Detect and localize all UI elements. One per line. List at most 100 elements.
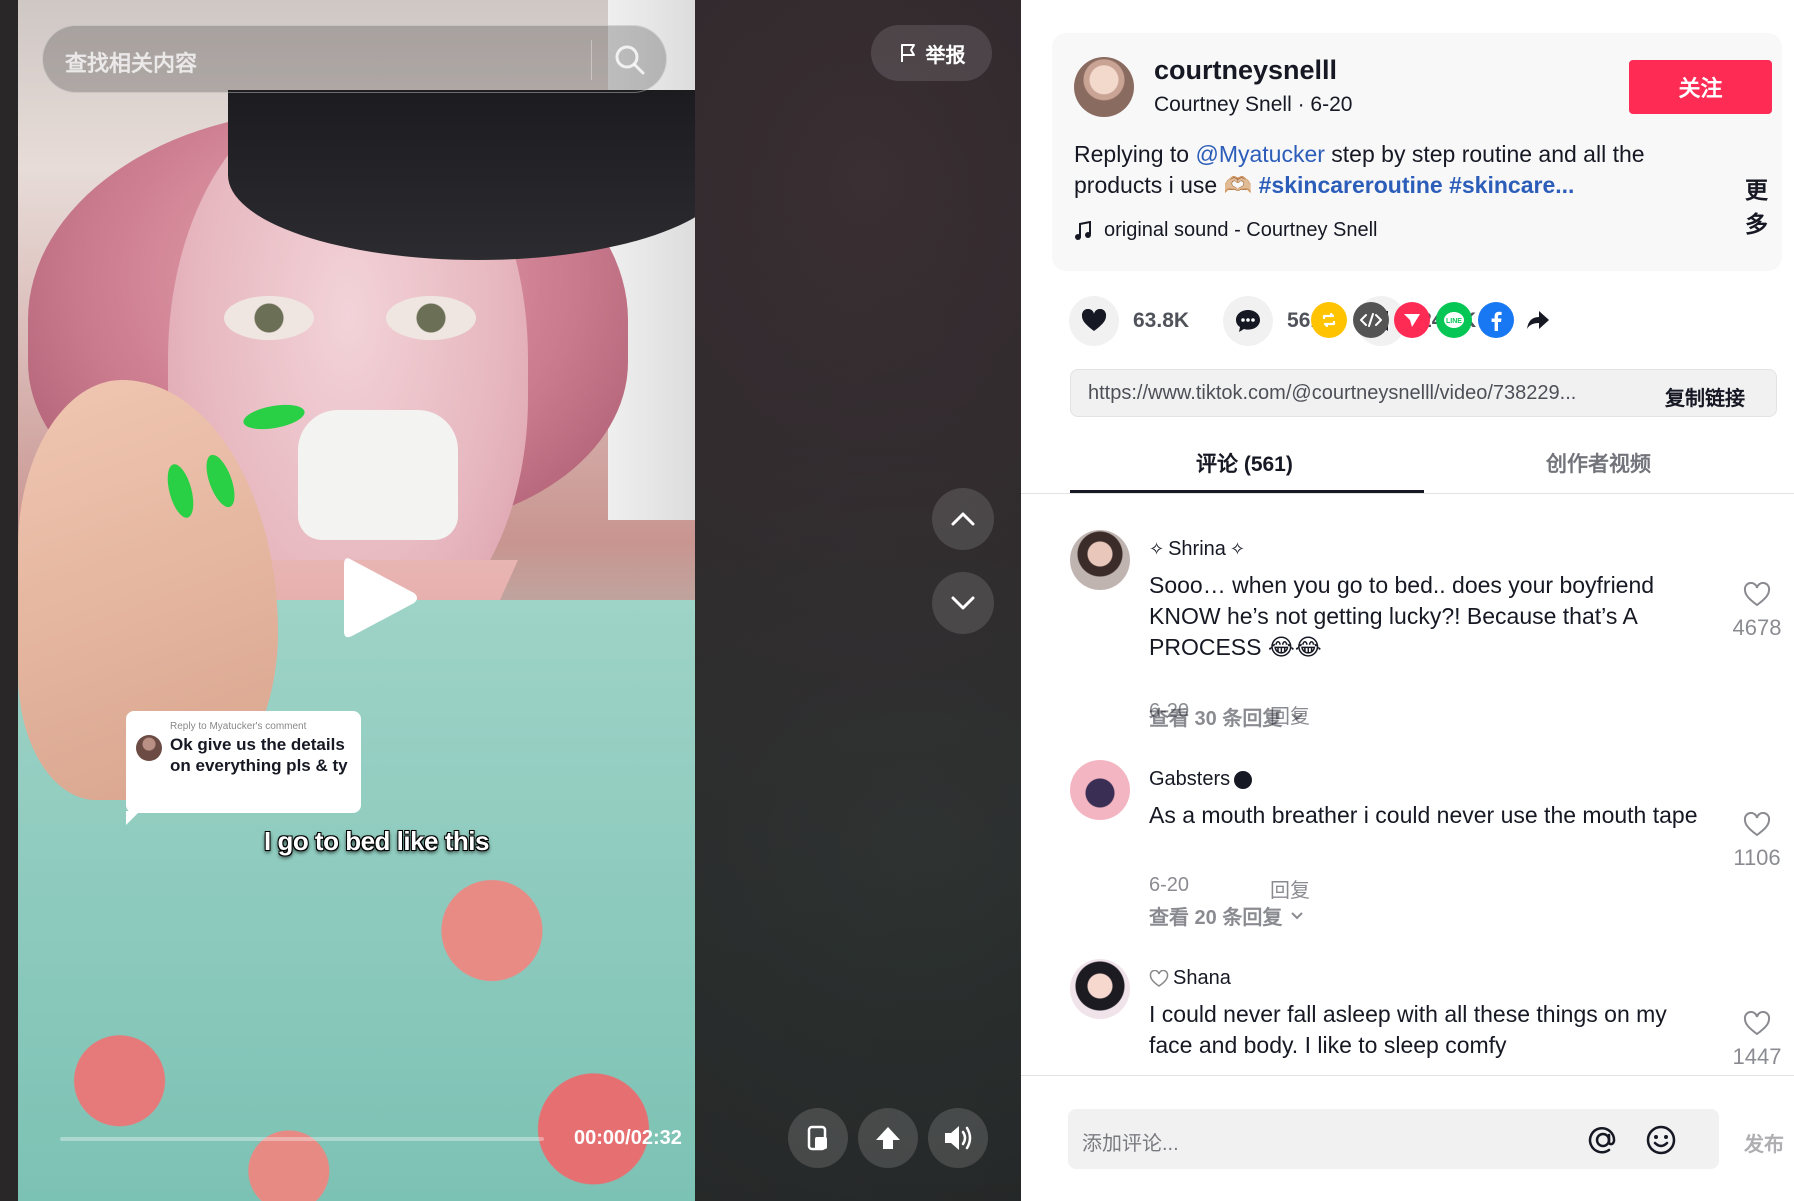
right-eye xyxy=(386,296,476,340)
sparkle-icon: ✧ xyxy=(1149,539,1165,559)
avatar xyxy=(136,735,162,761)
author-avatar[interactable] xyxy=(1074,57,1134,117)
progress-bar[interactable] xyxy=(60,1137,544,1141)
search-bar[interactable]: 查找相关内容 xyxy=(42,25,667,93)
green-nail xyxy=(162,461,199,521)
comment-like-button[interactable]: 1106 xyxy=(1725,811,1789,871)
green-nail xyxy=(200,451,241,511)
progress-thumb[interactable] xyxy=(58,1131,72,1145)
mini-player-icon xyxy=(807,1125,827,1151)
repost-icon[interactable] xyxy=(1311,302,1347,338)
view-replies-label: 查看 30 条回复 xyxy=(1149,708,1283,730)
comment-author-name: Shana xyxy=(1173,967,1231,989)
time-display: 00:00/02:32 xyxy=(574,1127,682,1149)
video-url: https://www.tiktok.com/@courtneysnelll/v… xyxy=(1088,382,1577,404)
comment-text: As a mouth breather i could never use th… xyxy=(1149,802,1698,828)
comment-item: Shana I could never fall asleep with all… xyxy=(1070,959,1781,1075)
comment-like-count: 1106 xyxy=(1733,845,1781,870)
reply-header: Reply to Myatucker's comment xyxy=(170,721,307,732)
mention-icon[interactable] xyxy=(1586,1123,1620,1157)
comment-composer: 添加评论... 发布 xyxy=(1021,1075,1794,1201)
comment-author[interactable]: Gabsters xyxy=(1149,768,1253,791)
follow-button[interactable]: 关注 xyxy=(1629,60,1772,114)
view-replies-button[interactable]: 查看 30 条回复 xyxy=(1149,702,1304,731)
search-input[interactable]: 查找相关内容 xyxy=(65,46,197,78)
reply-text: Ok give us the details on everything pls… xyxy=(170,735,348,775)
active-tab-indicator xyxy=(1070,490,1424,493)
view-replies-button[interactable]: 查看 20 条回复 xyxy=(1149,901,1304,930)
comment-button[interactable]: 561 xyxy=(1223,296,1322,346)
sparkle-icon: ✧ xyxy=(1229,539,1245,559)
tab-creator-videos[interactable]: 创作者视频 xyxy=(1546,448,1651,478)
mini-player-button[interactable] xyxy=(788,1108,848,1168)
comment-like-count: 4678 xyxy=(1732,615,1782,640)
scroll-up-button[interactable] xyxy=(858,1108,918,1168)
comment-author[interactable]: Shana xyxy=(1149,967,1231,990)
comment-date: 6-20 xyxy=(1149,874,1190,896)
comment-author[interactable]: ✧ Shrina ✧ xyxy=(1149,538,1245,561)
mention-link[interactable]: @Myatucker xyxy=(1195,141,1324,167)
video-area: Reply to Myatucker's comment Ok give us … xyxy=(0,0,1021,1201)
comment-text: I could never fall asleep with all these… xyxy=(1149,1001,1667,1058)
video-frame[interactable]: Reply to Myatucker's comment Ok give us … xyxy=(18,0,695,1201)
more-button[interactable]: 更多 xyxy=(1745,171,1782,239)
emoji-icon[interactable] xyxy=(1644,1123,1678,1157)
like-button[interactable]: 63.8K xyxy=(1069,296,1189,346)
comment-like-count: 1447 xyxy=(1732,1044,1782,1069)
reply-comment-sticker: Reply to Myatucker's comment Ok give us … xyxy=(126,711,361,825)
comment-like-button[interactable]: 4678 xyxy=(1725,581,1789,641)
music-note-icon xyxy=(1075,220,1091,240)
facebook-icon[interactable] xyxy=(1478,302,1514,338)
heart-outline-icon xyxy=(1149,969,1169,987)
tab-comments[interactable]: 评论 (561) xyxy=(1196,448,1293,478)
comment-author-name: Gabsters xyxy=(1149,768,1231,790)
chevron-down-icon xyxy=(1291,911,1304,919)
comment-list: ✧ Shrina ✧ Sooo… when you go to bed.. do… xyxy=(1021,495,1794,1075)
svg-text:LINE: LINE xyxy=(1446,318,1462,325)
avatar[interactable] xyxy=(1070,959,1130,1019)
video-description: Replying to @Myatucker step by step rout… xyxy=(1074,139,1694,201)
line-icon[interactable]: LINE xyxy=(1436,302,1472,338)
link-copy-box[interactable]: https://www.tiktok.com/@courtneysnelll/v… xyxy=(1070,369,1777,417)
sound-link[interactable]: original sound - Courtney Snell xyxy=(1074,219,1378,242)
post-button[interactable]: 发布 xyxy=(1744,1128,1784,1157)
reply-button[interactable]: 回复 xyxy=(1270,874,1310,903)
volume-button[interactable] xyxy=(928,1108,988,1168)
search-icon[interactable] xyxy=(610,40,650,80)
left-eye xyxy=(224,296,314,340)
copy-link-button[interactable]: 复制链接 xyxy=(1665,382,1745,411)
play-icon[interactable] xyxy=(340,553,420,643)
search-divider xyxy=(591,40,592,80)
flag-icon xyxy=(900,44,915,62)
next-video-button[interactable] xyxy=(932,572,994,634)
comment-author-name: Shrina xyxy=(1168,538,1226,560)
heart-outline-icon xyxy=(1743,581,1771,607)
emoji-icon xyxy=(1234,770,1253,789)
send-icon[interactable] xyxy=(1394,302,1430,338)
comment-item: ✧ Shrina ✧ Sooo… when you go to bed.. do… xyxy=(1070,530,1781,728)
volume-icon xyxy=(945,1126,972,1150)
report-button[interactable]: 举报 xyxy=(871,25,992,81)
comment-like-button[interactable]: 1447 xyxy=(1725,1010,1789,1070)
comment-tabs: 评论 (561) 创作者视频 xyxy=(1021,430,1794,494)
report-label: 举报 xyxy=(925,44,966,67)
previous-video-button[interactable] xyxy=(932,488,994,550)
comment-input[interactable]: 添加评论... xyxy=(1068,1109,1719,1169)
comment-icon xyxy=(1236,310,1261,332)
video-info-card: courtneysnelll Courtney Snell · 6-20 关注 … xyxy=(1052,33,1782,271)
mouth-tape xyxy=(298,410,458,540)
description-prefix: Replying to xyxy=(1074,141,1196,167)
chevron-up-icon xyxy=(951,512,975,526)
share-arrow-icon[interactable] xyxy=(1520,302,1556,338)
comment-text: Sooo… when you go to bed.. does your boy… xyxy=(1149,572,1655,660)
hashtag-links[interactable]: #skincareroutine #skincare... xyxy=(1252,172,1575,198)
avatar[interactable] xyxy=(1070,530,1130,590)
author-meta: Courtney Snell · 6-20 xyxy=(1154,93,1353,116)
avatar[interactable] xyxy=(1070,760,1130,820)
arrow-up-icon xyxy=(876,1127,900,1149)
view-replies-label: 查看 20 条回复 xyxy=(1149,907,1283,929)
author-handle[interactable]: courtneysnelll xyxy=(1154,55,1337,86)
heart-outline-icon xyxy=(1743,1010,1771,1036)
video-caption: I go to bed like this xyxy=(264,826,489,856)
embed-icon[interactable] xyxy=(1353,302,1389,338)
